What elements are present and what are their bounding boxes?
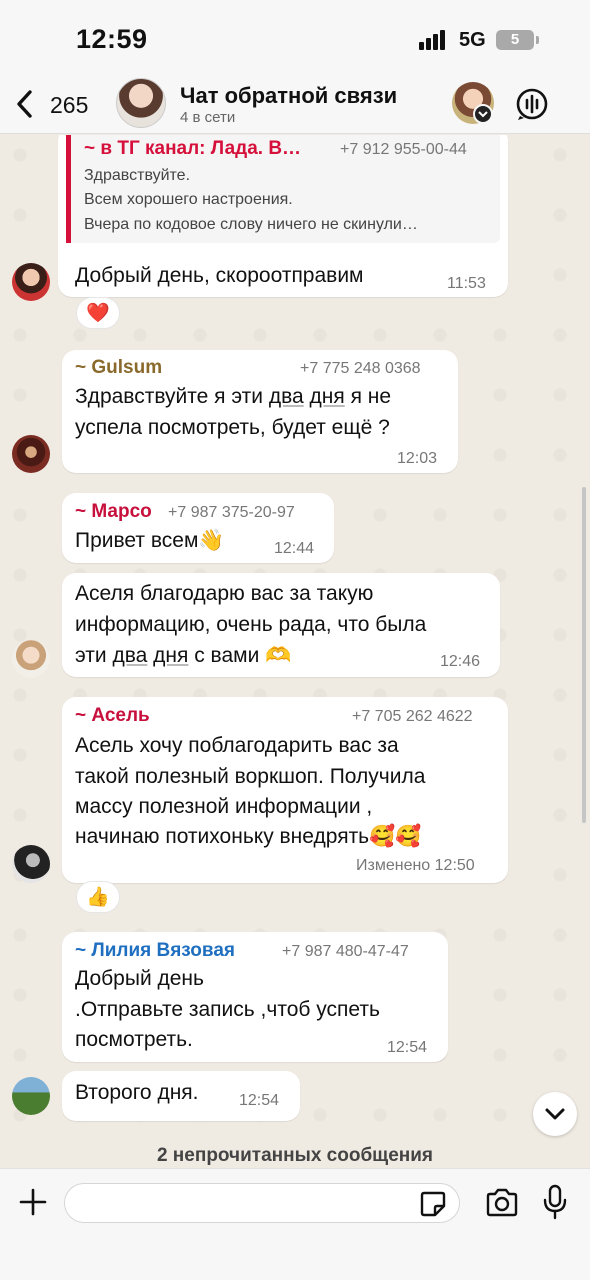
quoted-line: Вчера по кодовое слову ничего не скинули…: [84, 216, 418, 233]
signal-icon: [419, 30, 451, 50]
message-text: Второго дня.: [75, 1081, 199, 1104]
unread-divider: 2 непрочитанных сообщения: [156, 1145, 434, 1166]
message-text: информацию, очень рада, что была: [75, 613, 427, 636]
network-label: 5G: [459, 29, 486, 51]
message-text: Аселя благодарю вас за такую: [75, 582, 374, 605]
reaction-badge[interactable]: 👍: [76, 881, 120, 913]
message-text: такой полезный воркшоп. Получила: [75, 765, 426, 788]
battery-icon: 5: [496, 30, 534, 50]
sender-name[interactable]: ~ Gulsum: [75, 357, 162, 379]
mic-button[interactable]: [542, 1184, 568, 1220]
sender-avatar[interactable]: [12, 845, 50, 883]
plus-icon: [19, 1188, 47, 1216]
quoted-line: Всем хорошего настроения.: [84, 191, 293, 208]
reaction-badge[interactable]: ❤️: [76, 297, 120, 329]
sticker-icon: [420, 1191, 446, 1217]
battery-tip: [536, 36, 539, 44]
composer-bar: [0, 1168, 590, 1280]
message-text: Добрый день, скороотправим: [75, 264, 364, 287]
back-chevron-icon: [17, 90, 32, 118]
call-waveform-icon[interactable]: [514, 86, 550, 122]
scrollbar[interactable]: [582, 487, 586, 823]
sender-phone: +7 775 248 0368: [300, 360, 421, 377]
back-button[interactable]: 265: [14, 86, 110, 122]
online-count: 4 в сети: [180, 109, 236, 126]
chat-header: 265 Чат обратной связи 4 в сети: [0, 74, 590, 134]
chat-area[interactable]: ~ в ТГ канал: Лада. В… +7 912 955-00-44 …: [0, 135, 590, 1167]
message-text: начинаю потихоньку внедрять🥰🥰: [75, 825, 422, 848]
sender-name[interactable]: ~ Асель: [75, 705, 150, 727]
sender-avatar[interactable]: [12, 640, 50, 678]
chat-title[interactable]: Чат обратной связи: [180, 83, 397, 109]
message-time: 12:46: [440, 653, 481, 670]
sender-avatar[interactable]: [12, 263, 50, 301]
message-time: Изменено 12:50: [356, 857, 475, 874]
message-text: Асель хочу поблагодарить вас за: [75, 734, 399, 757]
message-input[interactable]: [64, 1183, 460, 1223]
unread-chats-count: 265: [50, 92, 89, 118]
camera-button[interactable]: [485, 1187, 519, 1219]
message-text: успела посмотреть, будет ещё ?: [75, 416, 390, 439]
quoted-phone: +7 912 955-00-44: [340, 141, 467, 158]
sender-name[interactable]: ~ Лилия Вязовая: [75, 940, 235, 962]
scroll-down-button[interactable]: [533, 1092, 577, 1136]
group-avatar[interactable]: [116, 78, 166, 128]
message-time: 12:54: [239, 1092, 280, 1109]
sender-name[interactable]: ~ Марсо: [75, 501, 152, 523]
message-text: Добрый день: [75, 967, 204, 990]
status-time: 12:59: [76, 24, 148, 54]
message-time: 12:44: [274, 540, 315, 557]
chevron-down-icon: [545, 1108, 565, 1120]
message-text: посмотреть.: [75, 1028, 193, 1051]
quoted-sender: ~ в ТГ канал: Лада. В…: [84, 138, 302, 159]
sender-phone: +7 705 262 4622: [352, 708, 473, 725]
sender-phone: +7 987 480-47-47: [282, 943, 409, 960]
mic-icon: [543, 1184, 567, 1220]
sticker-button[interactable]: [420, 1191, 446, 1217]
camera-icon: [486, 1188, 518, 1217]
quoted-line: Здравствуйте.: [84, 167, 191, 184]
sender-phone: +7 987 375-20-97: [168, 504, 295, 521]
message-text: Привет всем👋: [75, 529, 225, 552]
message-time: 12:03: [397, 450, 438, 467]
message-text: массу полезной информации ,: [75, 795, 373, 818]
message-text: Здравствуйте я эти два дня я не: [75, 385, 392, 408]
sender-avatar[interactable]: [12, 1077, 50, 1115]
message-text: эти два дня с вами 🫶: [75, 644, 292, 667]
attach-button[interactable]: [18, 1187, 48, 1217]
dropdown-badge-icon: [473, 104, 493, 124]
message-text: .Отправьте запись ,чтоб успеть: [75, 998, 380, 1021]
status-bar: 12:59 5G 5: [0, 0, 590, 74]
message-time: 11:53: [447, 275, 486, 292]
message-time: 12:54: [387, 1039, 428, 1056]
sender-avatar[interactable]: [12, 435, 50, 473]
